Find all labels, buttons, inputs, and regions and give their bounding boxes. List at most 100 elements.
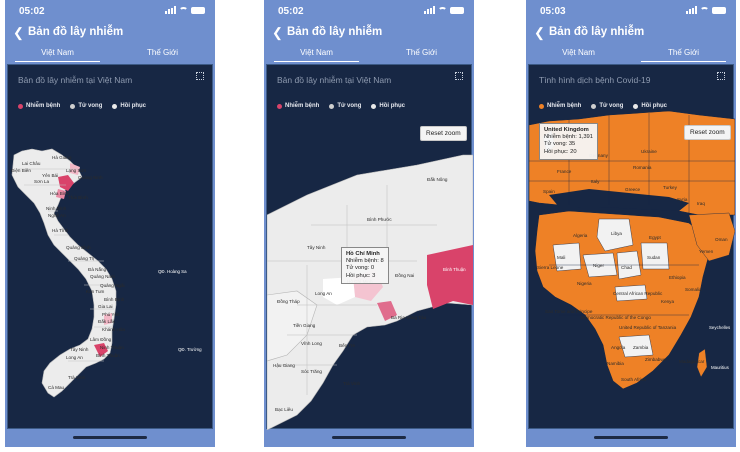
legend-dot-deaths — [70, 103, 76, 109]
label-sierra-leone: Sierra Leone — [537, 265, 564, 270]
label-quang-ninh: Quảng Ninh — [78, 175, 103, 180]
back-icon[interactable]: ❮ — [272, 25, 283, 41]
legend-dot-recovered — [112, 103, 118, 109]
legend-item-infected[interactable]: Nhiễm bệnh — [18, 103, 60, 109]
label-france: France — [557, 169, 572, 174]
legend-dot-deaths — [591, 103, 597, 109]
label-algeria: Algeria — [573, 233, 588, 238]
label-ethiopia: Ethiopia — [669, 275, 686, 280]
label-bac-lieu: Bạc Liêu — [275, 407, 293, 412]
world-map[interactable]: France Spain Algeria Libya Egypt Niger C… — [529, 65, 735, 430]
legend-dot-deaths — [329, 103, 335, 109]
status-time: 05:02 — [278, 6, 304, 17]
label-zimbabwe: Zimbabwe — [645, 357, 667, 362]
tab-world[interactable]: Thế Giới — [369, 44, 474, 62]
label-sao-tome: Sao Tome and Principe — [545, 309, 593, 314]
reset-zoom-button[interactable]: Reset zoom — [684, 125, 731, 140]
label-tra-vinh: Trà Vinh — [343, 381, 361, 386]
label-long-an: Long An — [315, 291, 332, 296]
label-somalia: Somalia — [685, 287, 702, 292]
tab-world[interactable]: Thế Giới — [631, 44, 736, 62]
label-yen-bai: Yên Bái — [42, 173, 58, 178]
map-tooltip: Hồ Chí Minh Nhiễm bệnh: 8 Tử vong: 0 Hồi… — [341, 247, 389, 284]
wifi-icon — [438, 6, 447, 14]
home-indicator[interactable] — [332, 436, 406, 439]
label-central-african-republic: Central African Republic — [613, 291, 663, 296]
legend-dot-recovered — [633, 103, 639, 109]
label-kon-tum: Kon Tum — [86, 289, 105, 294]
battery-icon — [712, 6, 726, 14]
label-lam-dong: Lâm Đồng — [90, 337, 112, 342]
legend-item-infected[interactable]: Nhiễm bệnh — [539, 103, 581, 109]
home-bar — [5, 429, 215, 447]
legend-item-deaths[interactable]: Tử vong — [70, 103, 102, 109]
province-binh-thuan — [427, 245, 473, 309]
home-indicator[interactable] — [73, 436, 147, 439]
legend-item-recovered[interactable]: Hồi phục — [371, 103, 405, 109]
tab-bar: Việt Nam Thế Giới — [526, 44, 736, 62]
tooltip-deaths: Tử vong: 35 — [544, 141, 576, 148]
label-hoa-binh: Hòa Bình — [50, 191, 70, 196]
battery-icon — [191, 6, 205, 14]
legend-item-infected[interactable]: Nhiễm bệnh — [277, 103, 319, 109]
tab-vietnam[interactable]: Việt Nam — [526, 44, 631, 62]
label-nigeria: Nigeria — [577, 281, 592, 286]
page-title: Bản đồ lây nhiễm — [287, 26, 383, 38]
label-ukraine: Ukraine — [641, 149, 657, 154]
legend-item-deaths[interactable]: Tử vong — [329, 103, 361, 109]
label-angola: Angola — [611, 345, 626, 350]
app-bar: ❮ Bản đồ lây nhiễm — [264, 22, 474, 44]
label-mali: Mali — [557, 255, 565, 260]
map-card: Đắk Nông Bình Phước Tây Ninh Đồng Nai Bì… — [266, 64, 473, 430]
map-legend: Nhiễm bệnh Tử vong Hồi phục — [18, 103, 146, 109]
fullscreen-icon[interactable] — [455, 72, 463, 80]
tooltip-recovered: Hồi phục: 3 — [346, 272, 376, 279]
status-bar: 05:02 — [5, 0, 215, 20]
tab-vietnam[interactable]: Việt Nam — [264, 44, 369, 62]
label-spain: Spain — [543, 189, 555, 194]
signal-icon — [165, 6, 176, 14]
fullscreen-icon[interactable] — [717, 72, 725, 80]
back-icon[interactable]: ❮ — [13, 25, 24, 41]
vietnam-map[interactable]: Hà Giang Lai Châu Điện Biên Yên Bái Sơn … — [8, 65, 214, 430]
label-mauritius: Mauritius — [711, 365, 730, 370]
label-libya: Libya — [611, 231, 622, 236]
label-vinh-long: Vĩnh Long — [301, 341, 322, 346]
label-dien-bien: Điện Biên — [11, 168, 31, 173]
app-bar: ❮ Bản đồ lây nhiễm — [526, 22, 736, 44]
legend-dot-infected — [277, 103, 282, 109]
legend-dot-recovered — [371, 103, 377, 109]
battery-icon — [450, 6, 464, 14]
label-phu-yen: Phú Yên — [102, 312, 120, 317]
legend-item-recovered[interactable]: Hồi phục — [112, 103, 146, 109]
label-binh-dinh: Bình Định — [104, 297, 125, 302]
label-thai-binh: Thái Bình — [68, 195, 88, 200]
label-chad: Chad — [621, 265, 632, 270]
phone-screen-vietnam-overview: 05:02 ❮ Bản đồ lây nhiễm Việt Nam Thế Gi… — [5, 0, 215, 447]
wifi-icon — [700, 6, 709, 14]
label-egypt: Egypt — [649, 235, 661, 240]
label-oman: Oman — [715, 237, 728, 242]
map-legend: Nhiễm bệnh Tử vong Hồi phục — [539, 103, 667, 109]
back-icon[interactable]: ❮ — [534, 25, 545, 41]
home-indicator[interactable] — [594, 436, 668, 439]
label-da-nang: Đà Nẵng — [88, 266, 107, 272]
label-long-an: Long An — [66, 355, 83, 360]
label-romania: Romania — [633, 165, 652, 170]
label-quang-ngai: Quảng Ngãi — [100, 283, 125, 288]
label-hoang-sa: QĐ. Hoàng Sa — [158, 269, 187, 274]
reset-zoom-button[interactable]: Reset zoom — [420, 126, 467, 141]
map-tooltip: United Kingdom Nhiễm bệnh: 1,391 Tử vong… — [539, 123, 598, 160]
label-tanzania: United Republic of Tanzania — [619, 325, 677, 330]
legend-item-deaths[interactable]: Tử vong — [591, 103, 623, 109]
label-gia-lai: Gia Lai — [98, 304, 113, 309]
map-card-title: Bản đồ lây nhiễm tại Việt Nam — [277, 75, 392, 85]
label-binh-thuan: Bình Thuận — [96, 353, 120, 358]
label-dak-nong: Đắk Nông — [427, 176, 448, 182]
tab-world[interactable]: Thế Giới — [110, 44, 215, 62]
label-khanh-hoa: Khánh Hòa — [102, 327, 125, 332]
legend-item-recovered[interactable]: Hồi phục — [633, 103, 667, 109]
fullscreen-icon[interactable] — [196, 72, 204, 80]
tab-vietnam[interactable]: Việt Nam — [5, 44, 110, 62]
phone-screen-world: 05:03 ❮ Bản đồ lây nhiễm Việt Nam Thế Gi… — [526, 0, 736, 447]
